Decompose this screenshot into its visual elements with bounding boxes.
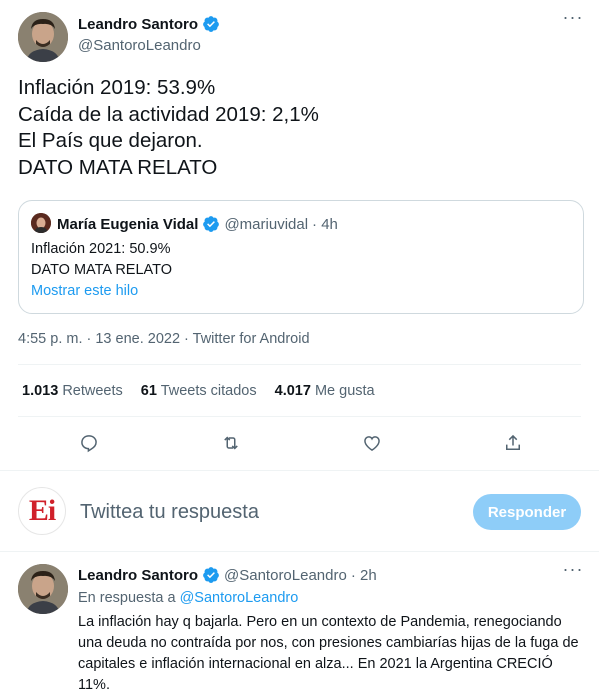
- author-handle[interactable]: @SantoroLeandro: [78, 37, 201, 54]
- verified-badge-icon: [203, 16, 219, 32]
- tweet-text: Inflación 2019: 53.9% Caída de la activi…: [18, 75, 578, 181]
- reply-author-avatar[interactable]: [18, 564, 68, 614]
- reply-input[interactable]: [80, 501, 460, 524]
- reply-icon[interactable]: [71, 425, 107, 461]
- share-icon[interactable]: [495, 425, 531, 461]
- reply-time[interactable]: · 2h: [351, 567, 377, 584]
- quoted-line: Inflación 2021: 50.9%: [31, 241, 171, 257]
- show-thread-link[interactable]: Mostrar este hilo: [31, 283, 138, 299]
- tweet-line: DATO MATA RELATO: [18, 155, 218, 179]
- tweet-line: Caída de la actividad 2019: 2,1%: [18, 102, 319, 126]
- reply-text: La inflación hay q bajarla. Pero en un c…: [78, 614, 579, 693]
- tweet-stats: 1.013 Retweets 61 Tweets citados 4.017 M…: [22, 383, 393, 399]
- quoted-time: · 4h: [312, 215, 338, 233]
- author-avatar[interactable]: [18, 12, 68, 62]
- quoted-author-avatar: [31, 213, 51, 233]
- reply-button[interactable]: Responder: [473, 494, 581, 530]
- likes-label: Me gusta: [314, 383, 375, 399]
- divider: [18, 416, 581, 417]
- tweet-actions: [0, 425, 599, 461]
- in-reply-prefix: En respuesta a: [78, 590, 176, 606]
- reply-author-handle[interactable]: @SantoroLeandro: [224, 567, 347, 584]
- retweets-count: 1.013: [22, 383, 59, 399]
- likes-stat[interactable]: 4.017 Me gusta: [275, 383, 375, 399]
- in-reply-mention[interactable]: @SantoroLeandro: [180, 590, 299, 606]
- likes-count: 4.017: [274, 383, 311, 399]
- tweet-line: El País que dejaron.: [18, 129, 203, 152]
- verified-badge-icon: [203, 567, 219, 583]
- quoted-author: María Eugenia Vidal @mariuvidal · 4h: [57, 215, 338, 233]
- user-avatar-logo[interactable]: Ei: [18, 487, 66, 535]
- author-name[interactable]: Leandro Santoro: [78, 15, 220, 33]
- tweet-line: Inflación 2019: 53.9%: [18, 76, 216, 99]
- reply-header: Leandro Santoro @SantoroLeandro · 2h: [78, 566, 377, 584]
- divider: [18, 364, 581, 365]
- like-icon[interactable]: [354, 425, 390, 461]
- in-reply-to: En respuesta a @SantoroLeandro: [78, 590, 298, 606]
- quote-tweets-count: 61: [140, 383, 157, 399]
- quoted-author-name: María Eugenia Vidal: [57, 215, 199, 233]
- reply-tweet[interactable]: Leandro Santoro @SantoroLeandro · 2h ···…: [0, 552, 599, 695]
- more-options-icon[interactable]: ···: [562, 560, 584, 586]
- retweet-icon[interactable]: [213, 425, 249, 461]
- logo-text: Ei: [28, 494, 56, 527]
- retweets-label: Retweets: [62, 383, 123, 399]
- quoted-text: Inflación 2021: 50.9% DATO MATA RELATO: [31, 239, 172, 281]
- quote-tweets-label: Tweets citados: [160, 383, 257, 399]
- tweet-timestamp[interactable]: 4:55 p. m. · 13 ene. 2022 · Twitter for …: [18, 331, 310, 347]
- quote-tweets-stat[interactable]: 61 Tweets citados: [141, 383, 257, 399]
- reply-author-name[interactable]: Leandro Santoro: [78, 567, 198, 584]
- verified-badge-icon: [203, 216, 220, 232]
- quoted-line: DATO MATA RELATO: [31, 262, 172, 278]
- main-tweet: Leandro Santoro @SantoroLeandro ··· Infl…: [0, 0, 599, 470]
- reply-composer: Ei Responder: [0, 471, 599, 551]
- retweets-stat[interactable]: 1.013 Retweets: [22, 383, 123, 399]
- more-options-icon[interactable]: ···: [562, 8, 584, 34]
- quoted-author-handle: @mariuvidal: [224, 215, 309, 233]
- author-name-text[interactable]: Leandro Santoro: [78, 16, 198, 33]
- quoted-tweet[interactable]: María Eugenia Vidal @mariuvidal · 4h Inf…: [18, 200, 584, 314]
